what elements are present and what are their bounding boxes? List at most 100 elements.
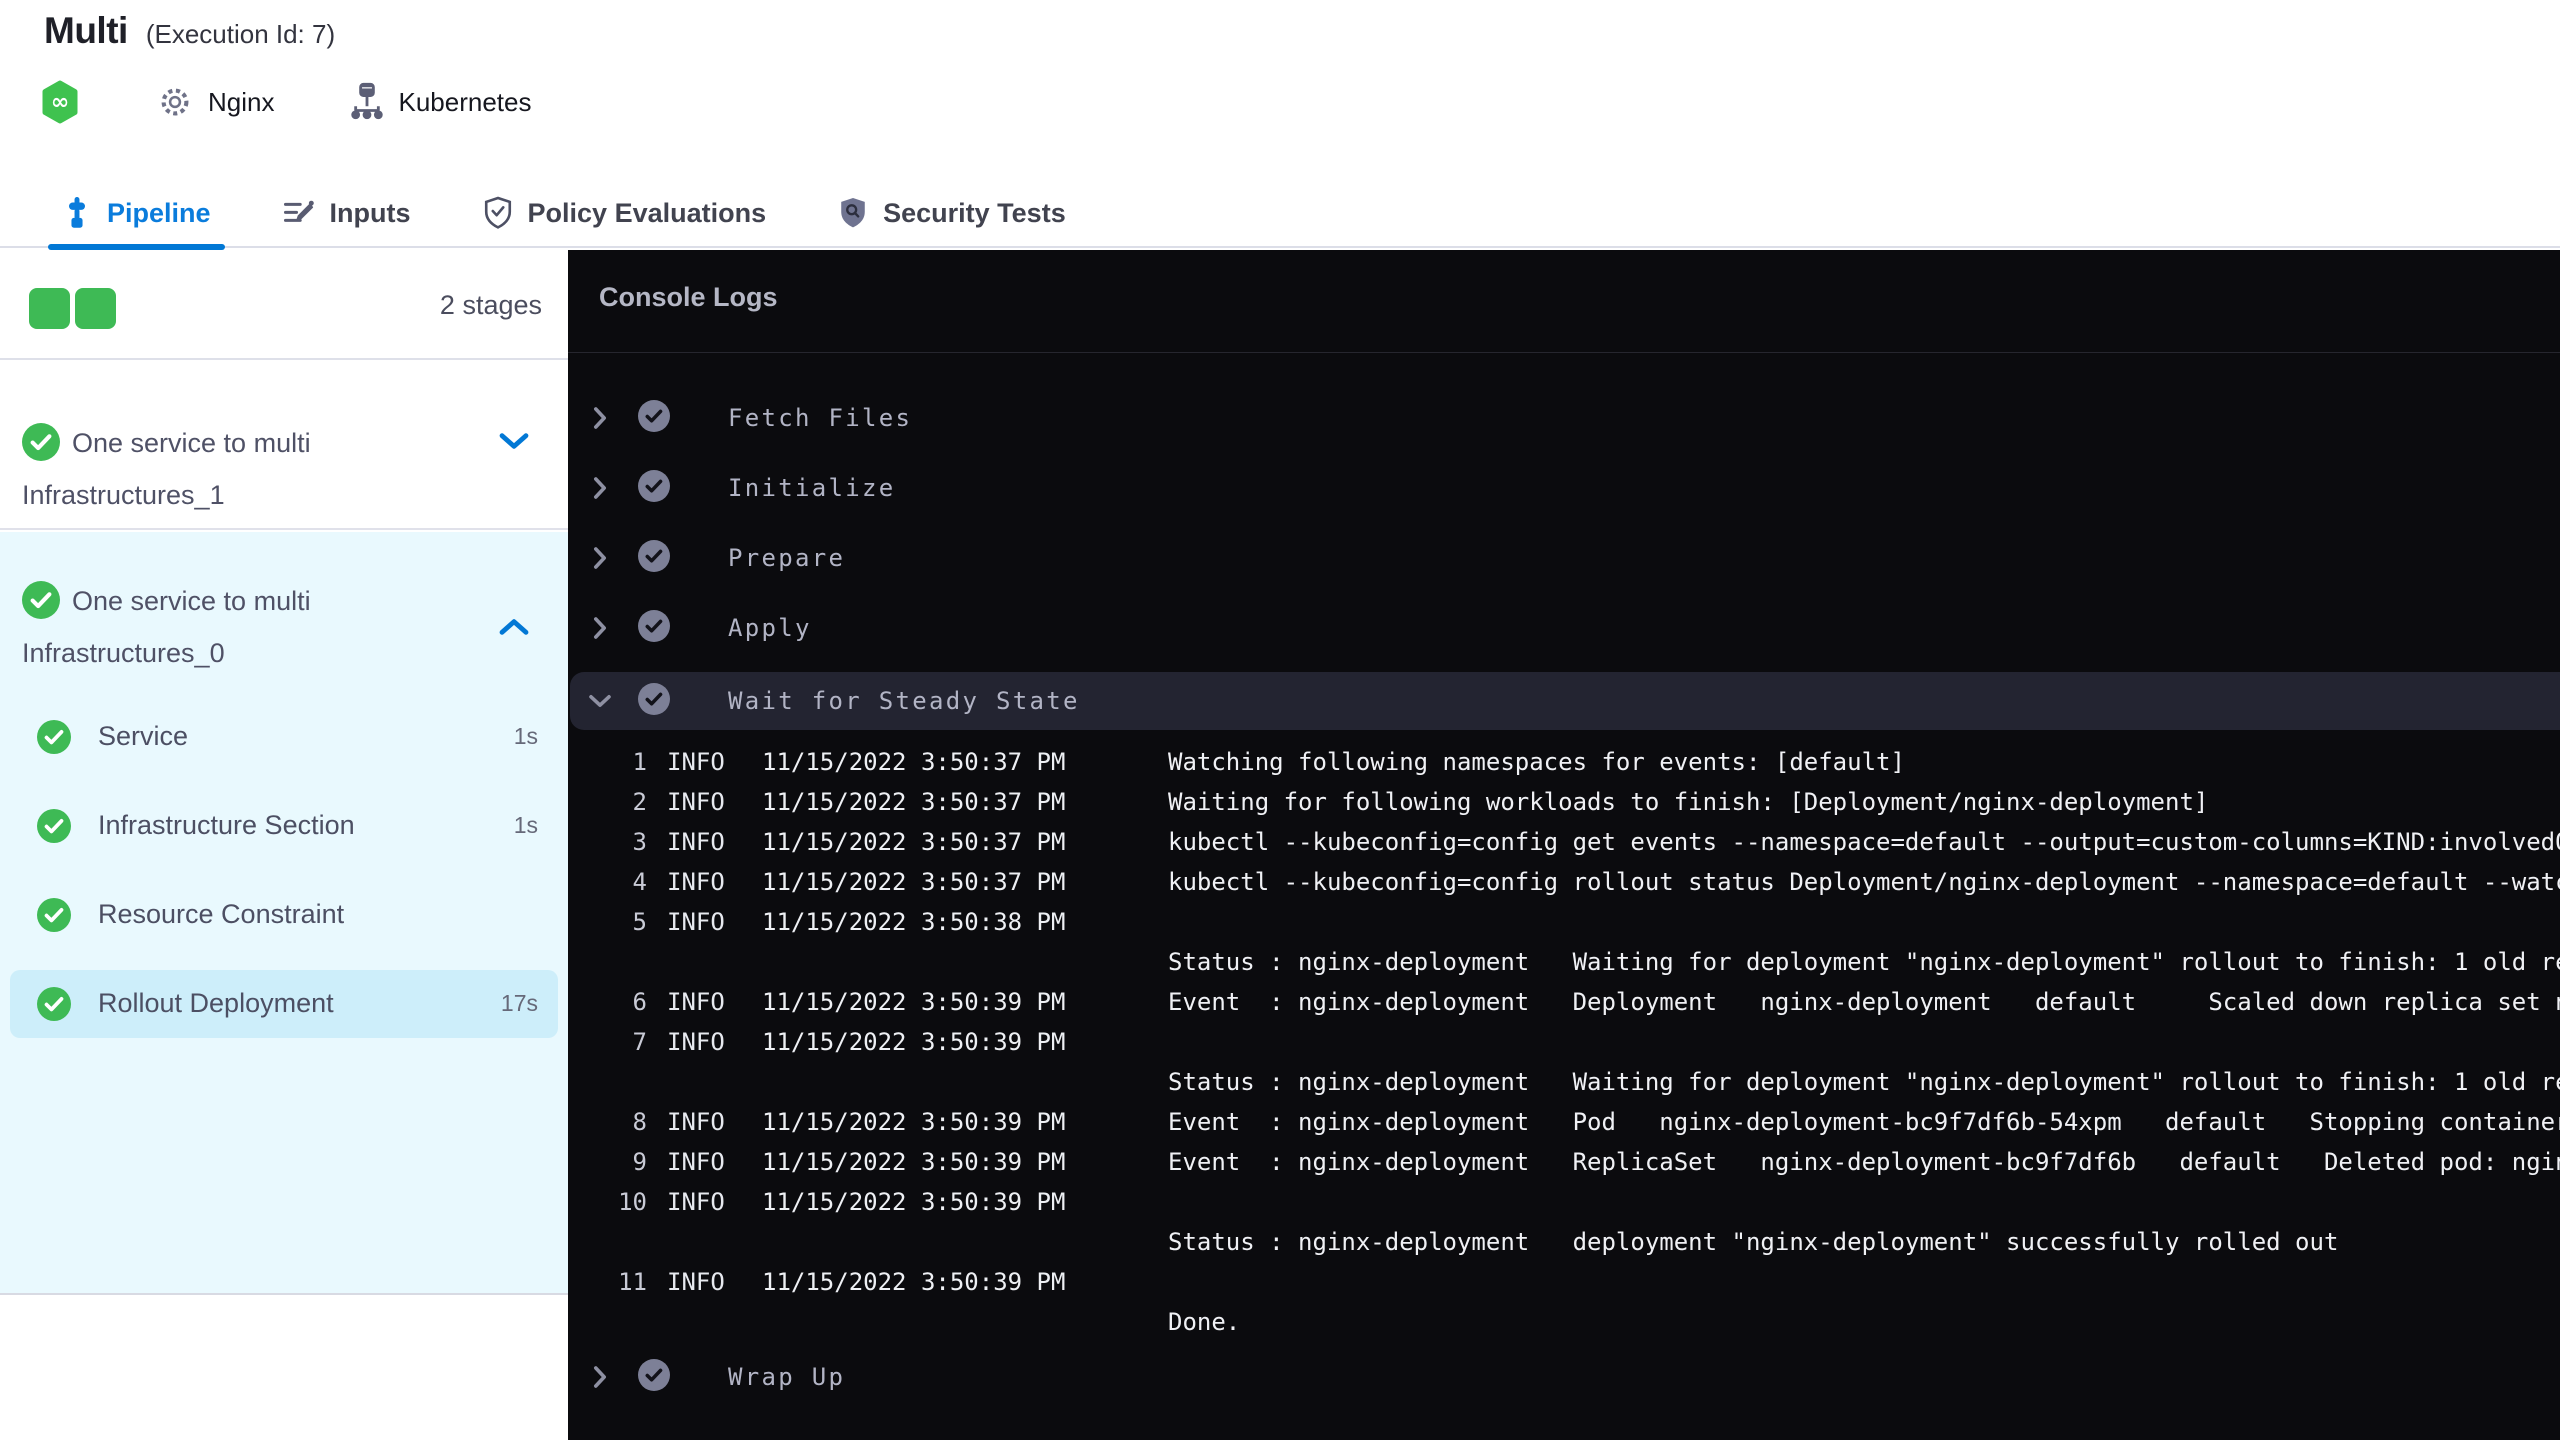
- log-line-number: 9: [632, 1148, 647, 1176]
- log-level: INFO: [667, 868, 725, 896]
- console-step-wait-for-steady-state[interactable]: Wait for Steady State: [570, 672, 2560, 730]
- log-line-number: 8: [632, 1108, 647, 1136]
- log-message: [1168, 1182, 2560, 1222]
- log-line-number: 5: [632, 908, 647, 936]
- console-step-initialize[interactable]: Initialize: [568, 453, 2560, 523]
- log-message: Event : nginx-deployment Pod nginx-deplo…: [1168, 1108, 2560, 1136]
- tab-security-tests[interactable]: Security Tests: [838, 178, 1066, 248]
- log-meta: INFO 11/15/2022 3:50:39 PM: [667, 1142, 1168, 1182]
- tab-label: Policy Evaluations: [527, 197, 767, 228]
- tab-inputs[interactable]: Inputs: [283, 178, 411, 248]
- log-meta: INFO 11/15/2022 3:50:39 PM: [667, 1102, 1168, 1142]
- log-meta: INFO 11/15/2022 3:50:37 PM: [667, 742, 1168, 782]
- chevron-down-icon[interactable]: [588, 693, 612, 709]
- log-message: Waiting for following workloads to finis…: [1168, 788, 2209, 816]
- log-meta: INFO 11/15/2022 3:50:37 PM: [667, 782, 1168, 822]
- console-step-apply[interactable]: Apply: [568, 593, 2560, 663]
- log-level: INFO: [667, 788, 725, 816]
- service-item-nginx[interactable]: Nginx: [156, 83, 274, 121]
- log-meta: INFO 11/15/2022 3:50:37 PM: [667, 862, 1168, 902]
- step-success-check-icon: [638, 1358, 670, 1396]
- success-check-icon: [37, 808, 71, 843]
- log-meta: INFO 11/15/2022 3:50:37 PM: [667, 822, 1168, 862]
- chevron-down-icon[interactable]: [498, 430, 530, 457]
- log-message: [1168, 1262, 2560, 1302]
- sidebar-step-rollout-deployment[interactable]: Rollout Deployment 17s: [0, 959, 568, 1048]
- step-duration: 1s: [513, 723, 538, 749]
- step-label: Resource Constraint: [98, 899, 345, 929]
- stage-row-infrastructures-1[interactable]: One service to multi Infrastructures_1: [0, 362, 568, 530]
- log-line-number: 2: [632, 788, 647, 816]
- log-timestamp: 11/15/2022 3:50:37 PM: [762, 748, 1066, 776]
- sidebar-step-resource-constraint[interactable]: Resource Constraint: [0, 870, 568, 959]
- log-line: 11 INFO 11/15/2022 3:50:39 PM: [568, 1262, 2560, 1302]
- log-timestamp: 11/15/2022 3:50:39 PM: [762, 1188, 1066, 1216]
- log-timestamp: 11/15/2022 3:50:38 PM: [762, 908, 1066, 936]
- console-step-prepare[interactable]: Prepare: [568, 523, 2560, 593]
- log-timestamp: 11/15/2022 3:50:37 PM: [762, 788, 1066, 816]
- tab-policy-evaluations[interactable]: Policy Evaluations: [483, 178, 767, 248]
- log-level: INFO: [667, 1148, 725, 1176]
- chevron-right-icon[interactable]: [588, 406, 612, 430]
- log-timestamp: 11/15/2022 3:50:37 PM: [762, 868, 1066, 896]
- log-line: 7 INFO 11/15/2022 3:50:39 PM: [568, 1022, 2560, 1062]
- stage-status-squares: [29, 288, 116, 329]
- log-message: Status : nginx-deployment Waiting for de…: [1168, 1068, 2560, 1096]
- infrastructure-item-kubernetes[interactable]: Kubernetes: [350, 82, 531, 122]
- log-line-number: 7: [632, 1028, 647, 1056]
- log-meta: [667, 1302, 1168, 1342]
- tab-label: Pipeline: [107, 197, 211, 228]
- log-line-number: 1: [632, 748, 647, 776]
- log-meta: INFO 11/15/2022 3:50:39 PM: [667, 1182, 1168, 1222]
- chevron-right-icon[interactable]: [588, 1365, 612, 1389]
- inputs-icon: [283, 198, 315, 228]
- sidebar-step-infrastructure-section[interactable]: Infrastructure Section 1s: [0, 781, 568, 870]
- console-step-wrap-up[interactable]: Wrap Up: [568, 1342, 2560, 1412]
- log-line-number: 6: [632, 988, 647, 1016]
- console-logs-panel: Console Logs Fetch Files Initialize Prepar…: [568, 250, 2560, 1440]
- step-success-check-icon: [638, 469, 670, 507]
- step-success-check-icon: [638, 609, 670, 647]
- shield-check-icon: [483, 196, 513, 230]
- log-timestamp: 11/15/2022 3:50:39 PM: [762, 1268, 1066, 1296]
- tab-pipeline[interactable]: Pipeline: [48, 178, 225, 250]
- sidebar-step-service[interactable]: Service 1s: [0, 692, 568, 781]
- stage-square-success[interactable]: [75, 288, 116, 329]
- log-meta: INFO 11/15/2022 3:50:39 PM: [667, 982, 1168, 1022]
- log-meta: INFO 11/15/2022 3:50:39 PM: [667, 1022, 1168, 1062]
- log-meta: INFO 11/15/2022 3:50:38 PM: [667, 902, 1168, 942]
- chevron-right-icon[interactable]: [588, 616, 612, 640]
- log-line: 8 INFO 11/15/2022 3:50:39 PM Event : nginx-…: [568, 1102, 2560, 1142]
- log-line-number: [613, 942, 647, 982]
- pipeline-icon: [62, 197, 92, 229]
- stage-row-infrastructures-0[interactable]: One service to multi Infrastructures_0: [22, 580, 402, 675]
- step-success-check-icon: [638, 682, 670, 720]
- sidebar-step-inner: Resource Constraint: [10, 881, 558, 949]
- log-message: Event : nginx-deployment ReplicaSet ngin…: [1168, 1148, 2560, 1176]
- console-step-label: Initialize: [728, 474, 896, 502]
- gear-icon: [156, 83, 194, 121]
- log-timestamp: 11/15/2022 3:50:37 PM: [762, 828, 1066, 856]
- log-line: 4 INFO 11/15/2022 3:50:37 PM kubectl --kube…: [568, 862, 2560, 902]
- shield-magnifier-icon: [838, 196, 868, 230]
- console-step-label: Fetch Files: [728, 404, 913, 432]
- console-logs-title: Console Logs: [599, 282, 778, 312]
- title-row: Multi (Execution Id: 7): [44, 10, 335, 52]
- success-check-icon: [37, 719, 71, 754]
- stage-steps-list: Service 1s Infrastructure Section 1s Resourc…: [0, 692, 568, 1048]
- page-title: Multi: [44, 10, 128, 51]
- log-message: [1168, 1022, 2560, 1062]
- log-line: Done.: [568, 1302, 2560, 1342]
- chevron-up-icon[interactable]: [498, 616, 530, 643]
- svg-text:∞: ∞: [51, 90, 69, 115]
- console-step-fetch-files[interactable]: Fetch Files: [568, 383, 2560, 453]
- console-step-label: Apply: [728, 614, 812, 642]
- stages-count-label: 2 stages: [439, 290, 542, 320]
- log-line: 5 INFO 11/15/2022 3:50:38 PM: [568, 902, 2560, 942]
- stage-square-success[interactable]: [29, 288, 70, 329]
- log-line-number: 3: [632, 828, 647, 856]
- log-line: 9 INFO 11/15/2022 3:50:39 PM Event : nginx-…: [568, 1142, 2560, 1182]
- log-line: Status : nginx-deployment Waiting for de…: [568, 1062, 2560, 1102]
- chevron-right-icon[interactable]: [588, 546, 612, 570]
- chevron-right-icon[interactable]: [588, 476, 612, 500]
